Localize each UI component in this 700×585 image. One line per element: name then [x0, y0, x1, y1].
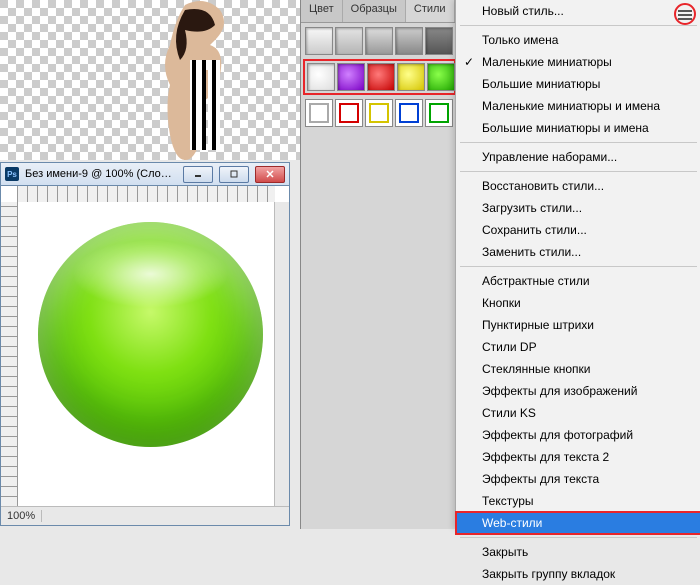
menu-only-names[interactable]: Только имена: [456, 29, 700, 51]
menu-web-styles[interactable]: Web-стили: [456, 512, 700, 534]
style-swatch[interactable]: [425, 27, 453, 55]
menu-new-style[interactable]: Новый стиль...: [456, 0, 700, 22]
style-swatch[interactable]: [365, 99, 393, 127]
style-swatch-yellow[interactable]: [397, 63, 425, 91]
styles-grid: [301, 23, 456, 59]
green-sphere-layer[interactable]: [38, 222, 263, 447]
style-swatch-green[interactable]: [427, 63, 455, 91]
style-swatch[interactable]: [395, 99, 423, 127]
menu-abstract[interactable]: Абстрактные стили: [456, 270, 700, 292]
style-swatch[interactable]: [335, 99, 363, 127]
menu-save[interactable]: Сохранить стили...: [456, 219, 700, 241]
menu-reset[interactable]: Восстановить стили...: [456, 175, 700, 197]
styles-flyout-menu: Новый стиль... Только имена Маленькие ми…: [455, 0, 700, 529]
styles-grid-row3: [301, 95, 456, 131]
menu-close-group[interactable]: Закрыть группу вкладок: [456, 563, 700, 585]
menu-buttons[interactable]: Кнопки: [456, 292, 700, 314]
photoshop-icon: Ps: [5, 167, 19, 181]
menu-dp[interactable]: Стили DP: [456, 336, 700, 358]
document-canvas[interactable]: [18, 202, 275, 507]
style-swatch-red[interactable]: [367, 63, 395, 91]
ruler-vertical[interactable]: [1, 202, 18, 507]
tab-swatches[interactable]: Образцы: [343, 0, 406, 22]
menu-separator: [460, 25, 697, 26]
menu-separator: [460, 266, 697, 267]
styles-panel: Цвет Образцы Стили: [300, 0, 456, 529]
style-swatch[interactable]: [365, 27, 393, 55]
document-titlebar[interactable]: Ps Без имени-9 @ 100% (Слой 1,...: [1, 163, 289, 186]
document-window: Ps Без имени-9 @ 100% (Слой 1,... 100%: [0, 162, 290, 526]
menu-dotted[interactable]: Пунктирные штрихи: [456, 314, 700, 336]
menu-text2[interactable]: Эффекты для текста 2: [456, 446, 700, 468]
zoom-level[interactable]: 100%: [1, 510, 42, 522]
menu-separator: [460, 171, 697, 172]
document-title: Без имени-9 @ 100% (Слой 1,...: [25, 168, 177, 180]
style-swatch[interactable]: [425, 99, 453, 127]
menu-textures[interactable]: Текстуры: [456, 490, 700, 512]
maximize-button[interactable]: [219, 166, 249, 183]
style-swatch[interactable]: [305, 99, 333, 127]
style-swatch-white[interactable]: [307, 63, 335, 91]
scrollbar-vertical[interactable]: [274, 202, 289, 507]
menu-ks[interactable]: Стили KS: [456, 402, 700, 424]
tab-color[interactable]: Цвет: [301, 0, 343, 22]
menu-separator: [460, 537, 697, 538]
style-swatch-purple[interactable]: [337, 63, 365, 91]
menu-text[interactable]: Эффекты для текста: [456, 468, 700, 490]
menu-img-fx[interactable]: Эффекты для изображений: [456, 380, 700, 402]
menu-photo-fx[interactable]: Эффекты для фотографий: [456, 424, 700, 446]
menu-replace[interactable]: Заменить стили...: [456, 241, 700, 263]
ruler-horizontal[interactable]: [17, 186, 275, 203]
status-bar: 100%: [1, 506, 289, 525]
menu-large-list[interactable]: Большие миниатюры и имена: [456, 117, 700, 139]
menu-large-thumbs[interactable]: Большие миниатюры: [456, 73, 700, 95]
person-image: [145, 0, 265, 160]
panel-tabs: Цвет Образцы Стили: [301, 0, 456, 23]
menu-separator: [460, 142, 697, 143]
menu-small-thumbs[interactable]: Маленькие миниатюры: [456, 51, 700, 73]
close-button[interactable]: [255, 166, 285, 183]
menu-preset-manager[interactable]: Управление наборами...: [456, 146, 700, 168]
menu-glass[interactable]: Стеклянные кнопки: [456, 358, 700, 380]
menu-load[interactable]: Загрузить стили...: [456, 197, 700, 219]
style-swatch[interactable]: [335, 27, 363, 55]
style-swatch[interactable]: [395, 27, 423, 55]
highlighted-row: [303, 59, 456, 95]
minimize-button[interactable]: [183, 166, 213, 183]
style-swatch[interactable]: [305, 27, 333, 55]
tab-styles[interactable]: Стили: [406, 0, 455, 22]
menu-small-list[interactable]: Маленькие миниатюры и имена: [456, 95, 700, 117]
menu-close[interactable]: Закрыть: [456, 541, 700, 563]
